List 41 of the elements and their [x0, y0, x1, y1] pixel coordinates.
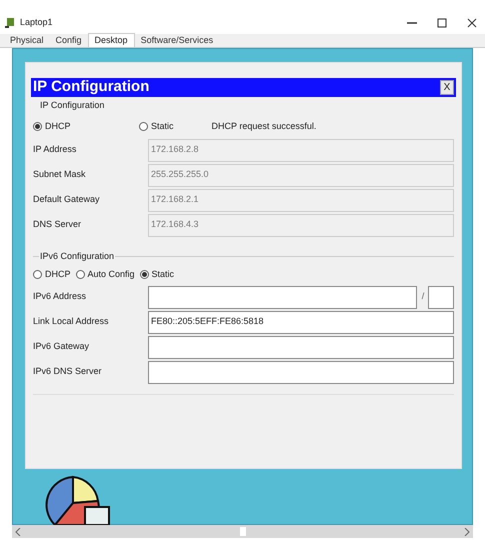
field-label: Link Local Address: [33, 315, 110, 328]
input-field[interactable]: [148, 336, 454, 358]
radio-button[interactable]: [139, 122, 148, 131]
radio-label[interactable]: Auto Config: [88, 268, 135, 282]
close-button[interactable]: X: [440, 80, 454, 95]
tab[interactable]: Desktop: [88, 33, 135, 47]
field-label: IPv6 DNS Server: [33, 365, 103, 378]
tab[interactable]: Physical: [4, 34, 50, 47]
field-label: Subnet Mask: [33, 168, 87, 182]
radio-label[interactable]: Static: [152, 268, 174, 282]
radio-button[interactable]: [33, 122, 42, 131]
field-label: Default Gateway: [33, 193, 101, 206]
field-label: IP Address: [33, 143, 78, 156]
tab[interactable]: Config: [50, 34, 88, 47]
input-field[interactable]: [148, 286, 417, 308]
field-label: IPv6 Address: [33, 290, 88, 304]
radio-button[interactable]: [76, 270, 85, 279]
window-title: Laptop1: [20, 16, 53, 30]
radio-button[interactable]: [33, 270, 42, 279]
radio-label[interactable]: Static: [151, 120, 174, 134]
input-field[interactable]: FE80::205:5EFF:FE86:5818: [148, 310, 454, 334]
radio-button[interactable]: [140, 270, 149, 279]
tab[interactable]: Software/Services: [134, 34, 220, 47]
radio-label[interactable]: DHCP: [45, 268, 71, 282]
maximize-icon[interactable]: [437, 18, 447, 28]
scroll-left-icon[interactable]: [15, 528, 21, 536]
field-label: DNS Server: [33, 218, 82, 232]
group-legend: IPv6 Configuration: [39, 250, 116, 263]
app-icon: [4, 17, 16, 29]
input-field[interactable]: [148, 360, 454, 384]
group-legend: IP Configuration: [33, 99, 454, 112]
scroll-right-icon[interactable]: [464, 528, 470, 536]
status-message: DHCP request successful.: [212, 120, 316, 133]
scroll-thumb[interactable]: [240, 527, 246, 536]
close-icon[interactable]: [467, 18, 477, 28]
radio-label[interactable]: DHCP: [45, 120, 71, 134]
horizontal-scrollbar[interactable]: [12, 525, 473, 538]
separator-text: /: [420, 290, 426, 304]
field-label: IPv6 Gateway: [33, 340, 90, 354]
dialog-title: IP Configuration: [32, 77, 150, 98]
prefix-field[interactable]: [428, 286, 454, 308]
